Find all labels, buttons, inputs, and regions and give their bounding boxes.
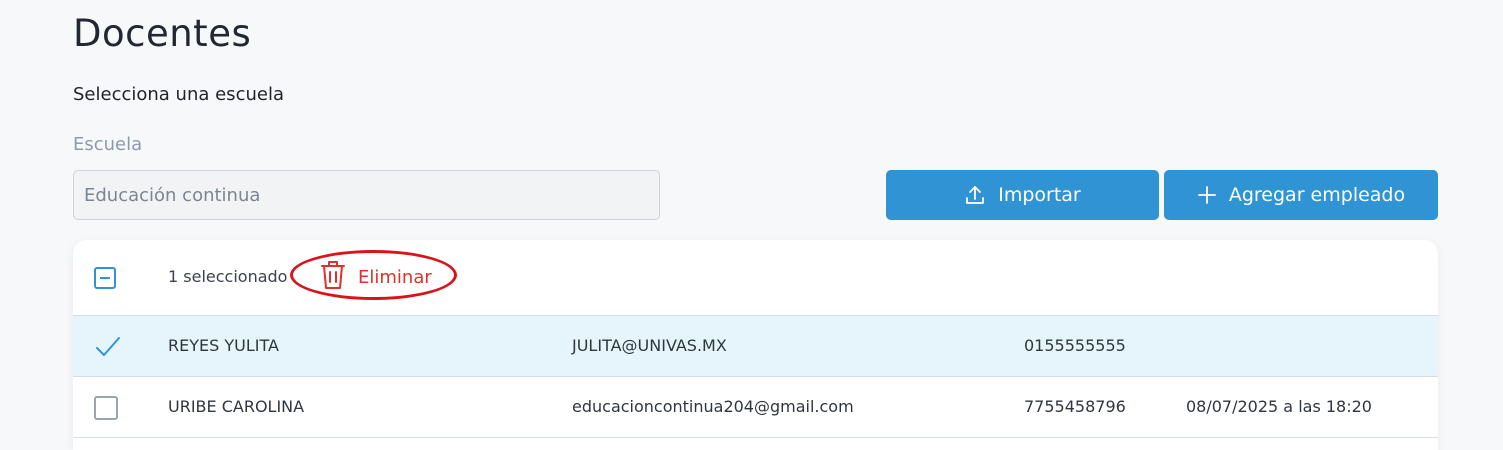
teacher-phone: 0155555555	[1024, 336, 1126, 355]
add-employee-button[interactable]: Agregar empleado	[1164, 170, 1438, 220]
import-button[interactable]: Importar	[886, 170, 1159, 220]
teacher-email: JULITA@UNIVAS.MX	[572, 336, 727, 355]
table-row[interactable]: REYES YULITA JULITA@UNIVAS.MX 0155555555	[73, 316, 1438, 377]
delete-button-label: Eliminar	[358, 266, 432, 288]
select-all-checkbox[interactable]	[94, 267, 116, 289]
import-button-label: Importar	[998, 184, 1081, 206]
teacher-email: educacioncontinua204@gmail.com	[572, 397, 854, 416]
teachers-table: 1 seleccionado Eliminar REYES YULITA JUL…	[73, 240, 1438, 450]
table-header: 1 seleccionado Eliminar	[73, 240, 1438, 316]
delete-button[interactable]: Eliminar	[320, 260, 432, 294]
teacher-phone: 7755458796	[1024, 397, 1126, 416]
table-row[interactable]: URIBE CAROLINA educacioncontinua204@gmai…	[73, 377, 1438, 438]
page-title: Docentes	[73, 12, 252, 55]
upload-icon	[964, 184, 986, 206]
school-field-label: Escuela	[73, 134, 143, 155]
school-field[interactable]	[73, 170, 660, 220]
teacher-name: URIBE CAROLINA	[168, 397, 305, 416]
row-checkbox[interactable]	[94, 396, 118, 420]
trash-icon	[320, 260, 346, 295]
teacher-date: 08/07/2025 a las 18:20	[1186, 397, 1372, 416]
plus-icon	[1197, 185, 1217, 205]
teacher-name: REYES YULITA	[168, 336, 279, 355]
page-subtitle: Selecciona una escuela	[73, 84, 284, 105]
selected-count: 1 seleccionado	[168, 267, 288, 286]
add-employee-button-label: Agregar empleado	[1228, 184, 1406, 206]
check-icon[interactable]	[95, 336, 121, 362]
